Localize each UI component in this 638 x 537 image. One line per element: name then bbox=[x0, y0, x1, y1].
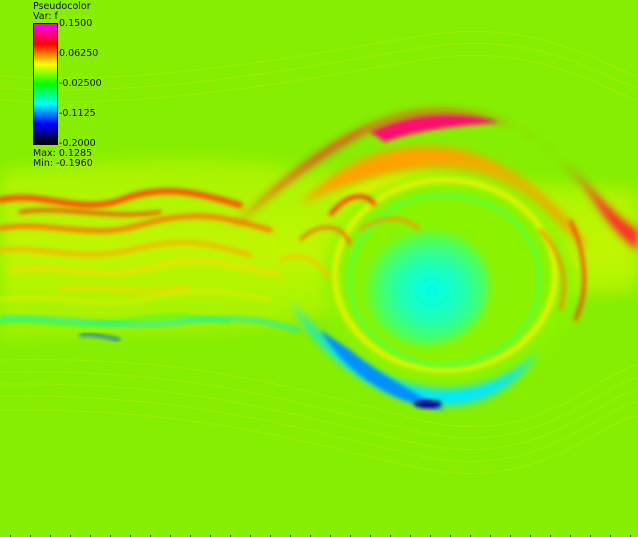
dark-blue-spot bbox=[414, 400, 442, 408]
colorbar-tick-label: -0.02500 bbox=[59, 78, 102, 89]
colorbar bbox=[33, 23, 58, 145]
colorbar-tick-label: 0.1500 bbox=[59, 18, 93, 29]
vortex-core bbox=[360, 225, 490, 345]
plot-viewport[interactable]: Pseudocolor Var: f 0.1500 0.06250 -0.025… bbox=[0, 0, 638, 537]
colorbar-tick-label: -0.1125 bbox=[59, 108, 96, 119]
legend-variable: Var: f bbox=[33, 11, 58, 22]
colorbar-tick-label: 0.06250 bbox=[59, 48, 99, 59]
legend-min-label: Min: -0.1960 bbox=[33, 158, 93, 169]
